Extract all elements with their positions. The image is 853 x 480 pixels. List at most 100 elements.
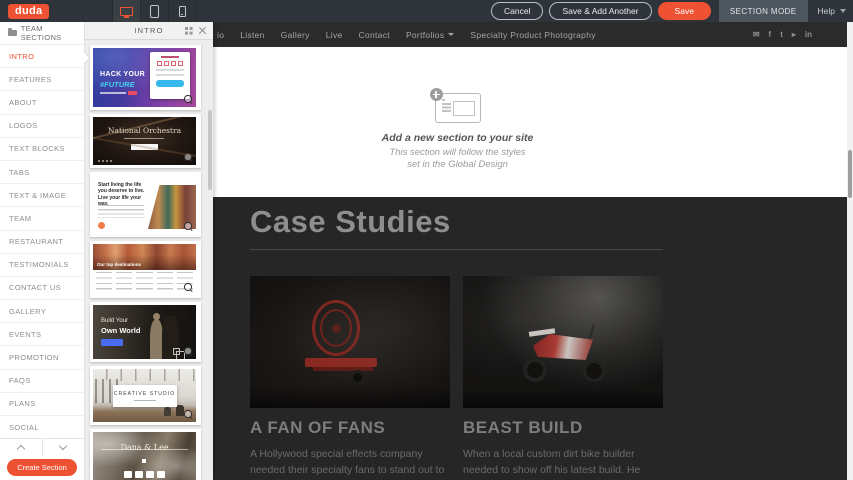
sidebar-item-logos[interactable]: LOGOS — [0, 115, 84, 138]
thumbnail-creative-studio[interactable]: CREATIVE STUDIO — [90, 366, 201, 425]
tablet-icon — [150, 5, 159, 18]
site-nav-item-bio[interactable]: io — [217, 30, 224, 40]
magnifier-icon[interactable] — [184, 153, 193, 162]
section-placeholder-icon — [435, 93, 481, 123]
thumbnail-top-destinations[interactable]: Our top destinations — [90, 241, 201, 298]
dirt-bike-image — [463, 276, 663, 408]
thumbnail-hack-your-future[interactable]: HACK YOUR #FUTURE — [90, 45, 201, 110]
save-add-another-button[interactable]: Save & Add Another — [549, 2, 651, 20]
help-menu[interactable]: Help — [818, 6, 835, 16]
site-nav-item-specialty[interactable]: Specialty Product Photography — [470, 30, 595, 40]
magnifier-icon[interactable] — [184, 95, 193, 104]
site-navbar: io Listen Gallery Live Contact Portfolio… — [213, 22, 847, 47]
destinations-table — [96, 272, 193, 292]
folder-icon — [8, 30, 17, 37]
linkedin-icon[interactable]: in — [805, 31, 812, 39]
sidebar-item-promotion[interactable]: PROMOTION — [0, 346, 84, 369]
scroll-up-button[interactable] — [0, 439, 42, 456]
sidebar-item-intro[interactable]: INTRO — [0, 45, 84, 68]
thumbnail-build-your-own-world[interactable]: Build Your Own World — [90, 302, 201, 362]
panel-header: INTRO — [85, 22, 213, 40]
sidebar-item-about[interactable]: ABOUT — [0, 91, 84, 114]
magnifier-icon[interactable] — [184, 283, 193, 292]
sidebar-item-events[interactable]: EVENTS — [0, 323, 84, 346]
youtube-icon[interactable]: ▸ — [792, 31, 796, 39]
empty-state-title: Add a new section to your site — [382, 132, 534, 144]
tablet-view-button[interactable] — [140, 0, 168, 22]
site-nav-item-contact[interactable]: Contact — [359, 30, 390, 40]
sidebar-item-social[interactable]: SOCIAL — [0, 416, 84, 438]
case-title: A FAN OF FANS — [250, 418, 450, 438]
countdown-blocks — [93, 471, 196, 478]
slider-dots — [98, 160, 112, 162]
site-nav-item-listen[interactable]: Listen — [240, 30, 264, 40]
site-nav-item-live[interactable]: Live — [326, 30, 343, 40]
add-section-dropzone[interactable]: Add a new section to your site This sect… — [250, 93, 665, 171]
heading-divider — [250, 249, 663, 250]
fan-machine-image — [250, 276, 450, 408]
site-preview: io Listen Gallery Live Contact Portfolio… — [213, 22, 847, 480]
empty-state-subtitle: This section will follow the styles set … — [389, 147, 525, 171]
sidebar-item-plans[interactable]: PLANS — [0, 393, 84, 416]
case-card-fan-of-fans: A FAN OF FANS A Hollywood special effect… — [250, 276, 450, 480]
create-section-button[interactable]: Create Section — [7, 459, 77, 476]
social-icons: ✉ f t ▸ in — [753, 22, 812, 47]
thumbnail-live-your-way[interactable]: Start living the life you deserve to liv… — [90, 172, 201, 237]
thumbnail-dana-lee[interactable]: Dana & Lee — [90, 429, 201, 480]
twitter-icon[interactable]: t — [780, 31, 783, 39]
sidebar-item-faqs[interactable]: FAQS — [0, 370, 84, 393]
sidebar-item-testimonials[interactable]: TESTIMONIALS — [0, 254, 84, 277]
thumbnail-list: HACK YOUR #FUTURE National Orchestra — [85, 40, 213, 480]
sidebar-footer: Create Section — [0, 438, 84, 480]
email-icon[interactable]: ✉ — [753, 31, 760, 39]
thumbnail-national-orchestra[interactable]: National Orchestra — [90, 114, 201, 168]
magnifier-icon[interactable] — [184, 222, 193, 231]
section-heading: Case Studies — [250, 204, 663, 240]
chevron-down-icon[interactable] — [840, 9, 846, 13]
site-nav-item-gallery[interactable]: Gallery — [281, 30, 310, 40]
sidebar-header: TEAM SECTIONS — [0, 22, 84, 45]
sidebar-item-tabs[interactable]: TABS — [0, 161, 84, 184]
magnifier-icon[interactable] — [184, 410, 193, 419]
section-thumbnails-panel: INTRO HACK YOUR #FUTURE National Orchest… — [85, 22, 213, 480]
case-text: A Hollywood special effects company need… — [250, 447, 450, 480]
chevron-up-icon — [17, 445, 25, 453]
grid-view-icon[interactable] — [185, 27, 193, 35]
layers-icon — [173, 348, 180, 355]
phone-icon — [179, 6, 186, 17]
sidebar-item-team[interactable]: TEAM — [0, 207, 84, 230]
mobile-view-button[interactable] — [168, 0, 196, 22]
topbar-actions: Cancel Save & Add Another Save SECTION M… — [491, 0, 853, 22]
sidebar-list: INTRO FEATURES ABOUT LOGOS TEXT BLOCKS T… — [0, 45, 84, 438]
scroll-down-button[interactable] — [42, 439, 85, 456]
save-button[interactable]: Save — [658, 2, 711, 20]
thumb-card: CREATIVE STUDIO — [113, 385, 177, 407]
thumb-caption: Our top destinations — [97, 262, 141, 267]
page-scrollbar[interactable] — [847, 22, 853, 480]
sidebar-item-text-image[interactable]: TEXT & IMAGE — [0, 184, 84, 207]
sidebar-item-features[interactable]: FEATURES — [0, 68, 84, 91]
sidebar-header-label: TEAM SECTIONS — [21, 24, 84, 42]
close-icon[interactable] — [198, 26, 207, 35]
panel-scrollbar[interactable] — [208, 110, 212, 190]
thumb-title: Own World — [101, 326, 140, 335]
thumb-heading: Start living the life you deserve to liv… — [98, 182, 150, 208]
bullet-icon — [98, 222, 105, 229]
magnifier-icon[interactable] — [184, 347, 193, 356]
thumb-title: #FUTURE — [100, 80, 135, 89]
sidebar-item-restaurant[interactable]: RESTAURANT — [0, 231, 84, 254]
scrollbar-thumb[interactable] — [848, 150, 852, 198]
duda-logo: duda — [8, 4, 49, 19]
sidebar-item-contact-us[interactable]: CONTACT US — [0, 277, 84, 300]
site-nav-item-portfolios[interactable]: Portfolios — [406, 30, 454, 40]
case-text: When a local custom dirt bike builder ne… — [463, 447, 663, 480]
thumb-title: National Orchestra — [93, 126, 196, 135]
device-switcher — [112, 0, 196, 22]
cancel-button[interactable]: Cancel — [491, 2, 543, 20]
desktop-view-button[interactable] — [112, 0, 140, 22]
facebook-icon[interactable]: f — [769, 31, 772, 39]
sidebar-item-gallery[interactable]: GALLERY — [0, 300, 84, 323]
case-title: BEAST BUILD — [463, 418, 663, 438]
thumb-button — [101, 339, 123, 346]
sidebar-item-text-blocks[interactable]: TEXT BLOCKS — [0, 138, 84, 161]
